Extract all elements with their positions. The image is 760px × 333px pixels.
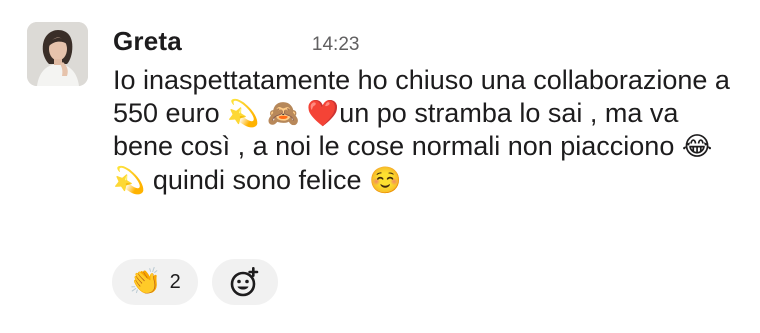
add-reaction-button[interactable]	[212, 259, 278, 305]
message: Greta 14:23 Io inaspettatamente ho chius…	[0, 0, 760, 333]
clapping-hands-icon: 👏	[129, 267, 162, 297]
message-header: Greta 14:23	[113, 26, 359, 60]
dizzy-emoji: 💫	[113, 165, 146, 196]
smiling-face-emoji: ☺️	[369, 165, 402, 196]
red-heart-emoji: ❤️	[306, 98, 340, 129]
message-text-part: quindi sono felice	[145, 164, 370, 195]
reaction-count: 2	[169, 270, 181, 293]
avatar[interactable]	[27, 22, 88, 86]
add-emoji-icon	[230, 267, 259, 297]
reactions-bar: 👏 2	[112, 259, 278, 305]
author-name[interactable]: Greta	[113, 26, 182, 57]
message-text-part	[259, 98, 267, 128]
timestamp[interactable]: 14:23	[312, 34, 360, 56]
tears-of-joy-emoji: 😂	[681, 132, 713, 162]
message-text: Io inaspettatamente ho chiuso una collab…	[113, 64, 733, 197]
message-text-part	[299, 98, 307, 128]
see-no-evil-monkey-emoji: 🙈	[266, 98, 300, 129]
reaction-clap-button[interactable]: 👏 2	[112, 259, 198, 305]
dizzy-emoji: 💫	[227, 98, 260, 129]
